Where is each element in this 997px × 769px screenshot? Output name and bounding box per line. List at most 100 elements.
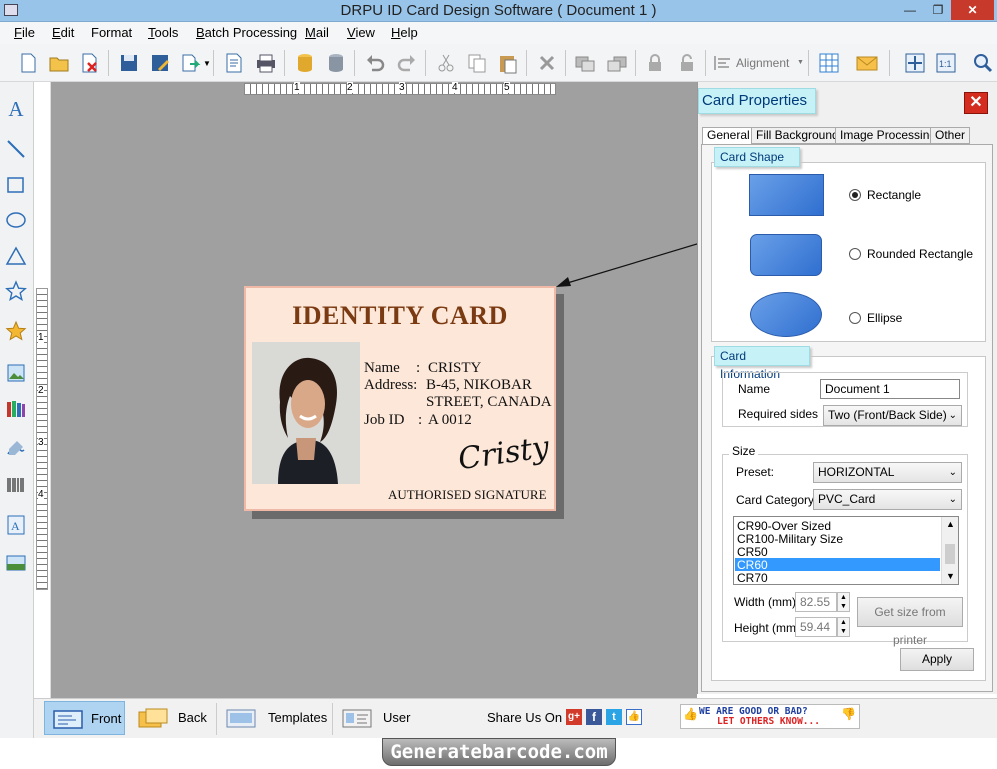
print-icon[interactable] xyxy=(255,52,277,74)
templates-button[interactable]: Templates xyxy=(218,701,328,735)
required-sides-select[interactable]: Two (Front/Back Side) ⌄ xyxy=(823,405,962,426)
height-input[interactable]: 59.44 xyxy=(795,617,837,637)
twitter-icon[interactable]: t xyxy=(606,709,622,725)
list-item[interactable]: CR90-Over Sized xyxy=(737,519,831,533)
export-icon[interactable] xyxy=(180,52,202,74)
user-profile-button[interactable]: User Profile xyxy=(334,701,449,759)
image-library-icon[interactable] xyxy=(5,398,27,420)
job-id-value[interactable]: A 0012 xyxy=(428,412,472,429)
database-settings-icon[interactable] xyxy=(325,52,347,74)
front-button[interactable]: Front xyxy=(44,701,125,735)
rounded-rectangle-radio[interactable] xyxy=(849,248,861,260)
rectangle-tool-icon[interactable] xyxy=(5,174,27,196)
unlock-icon[interactable] xyxy=(676,52,698,74)
tab-image-processing[interactable]: Image Processing xyxy=(835,127,942,144)
database-icon[interactable] xyxy=(294,52,316,74)
apply-button[interactable]: Apply xyxy=(900,648,974,671)
alignment-dropdown-arrow[interactable]: ▼ xyxy=(797,59,804,66)
list-item[interactable]: CR70 xyxy=(737,571,768,585)
width-input[interactable]: 82.55 xyxy=(795,592,837,612)
get-size-from-printer-button[interactable]: Get size from printer xyxy=(857,597,963,647)
send-backward-icon[interactable] xyxy=(606,52,628,74)
redo-icon[interactable] xyxy=(396,52,418,74)
close-button[interactable]: ✕ xyxy=(951,0,994,20)
fit-to-window-icon[interactable] xyxy=(904,52,926,74)
list-item[interactable]: CR100-Military Size xyxy=(737,532,843,546)
symbol-library-icon[interactable] xyxy=(5,320,27,342)
signature-caption[interactable]: AUTHORISED SIGNATURE xyxy=(388,487,547,503)
paste-icon[interactable] xyxy=(497,52,519,74)
lock-icon[interactable] xyxy=(644,52,666,74)
open-folder-icon[interactable] xyxy=(48,52,70,74)
id-card[interactable]: IDENTITY CARD Name : CRISTY Address: B-4… xyxy=(244,286,556,511)
feedback-banner[interactable]: 👍 WE ARE GOOD OR BAD? LET OTHERS KNOW...… xyxy=(680,704,860,729)
preset-select[interactable]: HORIZONTAL ⌄ xyxy=(813,462,962,483)
address-line-1[interactable]: B-45, NIKOBAR xyxy=(426,377,532,394)
alignment-label[interactable]: Alignment xyxy=(736,56,789,70)
card-photo[interactable] xyxy=(252,342,360,484)
ellipse-radio[interactable] xyxy=(849,312,861,324)
rectangle-label[interactable]: Rectangle xyxy=(867,188,921,202)
line-tool-icon[interactable] xyxy=(5,138,27,160)
bring-forward-icon[interactable] xyxy=(574,52,596,74)
rectangle-shape-preview[interactable] xyxy=(749,174,824,216)
alignment-icon[interactable] xyxy=(712,52,734,74)
tab-other[interactable]: Other xyxy=(930,127,971,144)
list-scrollbar[interactable]: ▲ ▼ xyxy=(941,517,958,584)
menu-edit[interactable]: Edit xyxy=(52,25,74,40)
menu-file[interactable]: File xyxy=(14,25,35,40)
barcode-tool-icon[interactable] xyxy=(5,474,27,496)
ellipse-shape-preview[interactable] xyxy=(750,292,822,337)
ellipse-tool-icon[interactable] xyxy=(5,209,27,231)
close-panel-button[interactable]: ✕ xyxy=(964,92,988,114)
cut-icon[interactable] xyxy=(435,52,457,74)
tab-general[interactable]: General xyxy=(702,127,755,145)
card-background-tool-icon[interactable] xyxy=(5,552,27,574)
restore-button[interactable]: ❐ xyxy=(925,0,951,20)
menu-view[interactable]: View xyxy=(347,25,375,40)
width-spinner[interactable]: ▲ ▼ xyxy=(837,592,850,612)
height-spinner[interactable]: ▲ ▼ xyxy=(837,617,850,637)
close-document-icon[interactable] xyxy=(79,52,101,74)
menu-tools[interactable]: Tools xyxy=(148,25,178,40)
card-category-select[interactable]: PVC_Card ⌄ xyxy=(813,489,962,510)
triangle-tool-icon[interactable] xyxy=(5,245,27,267)
image-tool-icon[interactable] xyxy=(5,362,27,384)
zoom-icon[interactable] xyxy=(972,52,994,74)
signature[interactable]: Cristy xyxy=(456,430,551,477)
card-size-list[interactable]: CR90-Over Sized CR100-Military Size CR50… xyxy=(733,516,959,585)
menu-batch-processing[interactable]: Batch Processing xyxy=(196,25,297,40)
document-name-input[interactable]: Document 1 xyxy=(820,379,960,399)
menu-help[interactable]: Help xyxy=(391,25,418,40)
back-button[interactable]: Back xyxy=(130,701,212,735)
delete-icon[interactable] xyxy=(536,52,558,74)
new-document-icon[interactable] xyxy=(17,52,39,74)
job-id-label[interactable]: Job ID xyxy=(364,412,404,429)
copy-icon[interactable] xyxy=(466,52,488,74)
mail-icon[interactable] xyxy=(856,52,878,74)
ellipse-label[interactable]: Ellipse xyxy=(867,311,902,325)
watermark-tool-icon[interactable]: A xyxy=(5,514,27,536)
rounded-rectangle-shape-preview[interactable] xyxy=(750,234,822,276)
rounded-rectangle-label[interactable]: Rounded Rectangle xyxy=(867,247,973,261)
rectangle-radio[interactable] xyxy=(849,189,861,201)
menu-format[interactable]: Format xyxy=(91,25,132,40)
facebook-icon[interactable]: f xyxy=(586,709,602,725)
minimize-button[interactable]: — xyxy=(897,0,923,20)
star-tool-icon[interactable] xyxy=(5,280,27,302)
google-plus-icon[interactable]: g+ xyxy=(566,709,582,725)
grid-icon[interactable] xyxy=(818,52,840,74)
name-label[interactable]: Name xyxy=(364,360,400,377)
address-line-2[interactable]: STREET, CANADA xyxy=(426,394,552,411)
undo-icon[interactable] xyxy=(364,52,386,74)
menu-mail[interactable]: Mail xyxy=(305,25,329,40)
tab-fill-background[interactable]: Fill Background xyxy=(751,127,844,144)
address-label[interactable]: Address: xyxy=(364,377,417,394)
actual-size-icon[interactable]: 1:1 xyxy=(935,52,957,74)
card-heading[interactable]: IDENTITY CARD xyxy=(246,301,554,331)
like-icon[interactable]: 👍 xyxy=(626,709,642,725)
list-item[interactable]: CR50 xyxy=(737,545,768,559)
signature-tool-icon[interactable] xyxy=(5,438,27,460)
print-preview-icon[interactable] xyxy=(223,52,245,74)
export-dropdown-arrow[interactable]: ▼ xyxy=(203,59,211,68)
